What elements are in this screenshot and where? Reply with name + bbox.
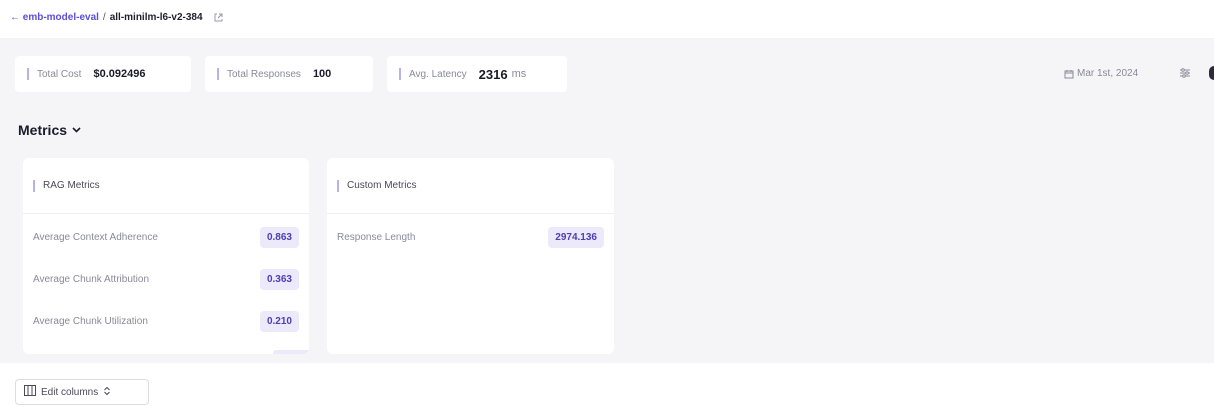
metric-label: Average Chunk Attribution <box>33 273 150 285</box>
rag-metrics-card: RAG Metrics Average Context Adherence 0.… <box>23 158 309 354</box>
external-link-icon[interactable] <box>213 12 224 23</box>
stat-unit: ms <box>511 68 527 80</box>
breadcrumb-current: all-minilm-l6-v2-384 <box>109 11 203 23</box>
avatar[interactable] <box>1209 66 1214 80</box>
calendar-icon <box>1064 69 1074 79</box>
metric-value: 0.363 <box>259 268 299 290</box>
card-title: Custom Metrics <box>347 180 417 191</box>
metric-value: 2974.136 <box>548 226 604 248</box>
metric-value: 0.210 <box>259 310 299 332</box>
card-header: Custom Metrics <box>327 158 614 214</box>
metric-label: Response Length <box>337 231 416 243</box>
stat-accent-bar <box>399 68 401 80</box>
back-link[interactable]: ← emb-model-eval <box>10 12 99 23</box>
edit-columns-button[interactable]: Edit columns <box>15 379 149 405</box>
date-picker[interactable]: Mar 1st, 2024 <box>1064 68 1138 79</box>
stat-total-responses: Total Responses 100 <box>205 56 373 92</box>
metric-row: Average Chunk Utilization 0.210 <box>23 300 309 342</box>
stat-value: 2316 <box>478 66 508 82</box>
metric-row: Response Length 2974.136 <box>327 216 614 258</box>
card-accent-bar <box>337 179 339 192</box>
card-header: RAG Metrics <box>23 158 309 214</box>
columns-icon <box>24 385 36 399</box>
date-label: Mar 1st, 2024 <box>1077 68 1139 79</box>
card-accent-bar <box>33 179 35 192</box>
metric-value-overflow <box>273 350 309 354</box>
chevron-down-icon <box>71 122 82 138</box>
metrics-title: Metrics <box>18 122 68 138</box>
stat-value: 100 <box>312 68 332 80</box>
stat-accent-bar <box>27 68 29 80</box>
metric-value: 0.863 <box>259 226 299 248</box>
stat-label: Total Responses <box>227 68 301 80</box>
edit-columns-label: Edit columns <box>41 386 99 398</box>
stat-avg-latency: Avg. Latency 2316 ms <box>387 56 567 92</box>
metric-row: Average Chunk Attribution 0.363 <box>23 258 309 300</box>
stat-total-cost: Total Cost $0.092496 <box>15 56 191 92</box>
metric-label: Average Context Adherence <box>33 231 158 243</box>
stat-accent-bar <box>217 68 219 80</box>
card-title: RAG Metrics <box>43 180 100 191</box>
stat-label: Total Cost <box>37 68 82 80</box>
metrics-toggle[interactable]: Metrics <box>18 122 82 138</box>
filter-icon[interactable] <box>1179 67 1191 79</box>
stat-value: $0.092496 <box>93 68 146 80</box>
stat-label: Avg. Latency <box>409 68 467 80</box>
breadcrumb: ← emb-model-eval / all-minilm-l6-v2-384 <box>10 9 224 25</box>
custom-metrics-card: Custom Metrics Response Length 2974.136 <box>327 158 614 354</box>
metric-row: Average Context Adherence 0.863 <box>23 216 309 258</box>
breadcrumb-separator: / <box>102 11 106 23</box>
metric-label: Average Chunk Utilization <box>33 315 148 327</box>
sort-icon <box>103 386 111 399</box>
